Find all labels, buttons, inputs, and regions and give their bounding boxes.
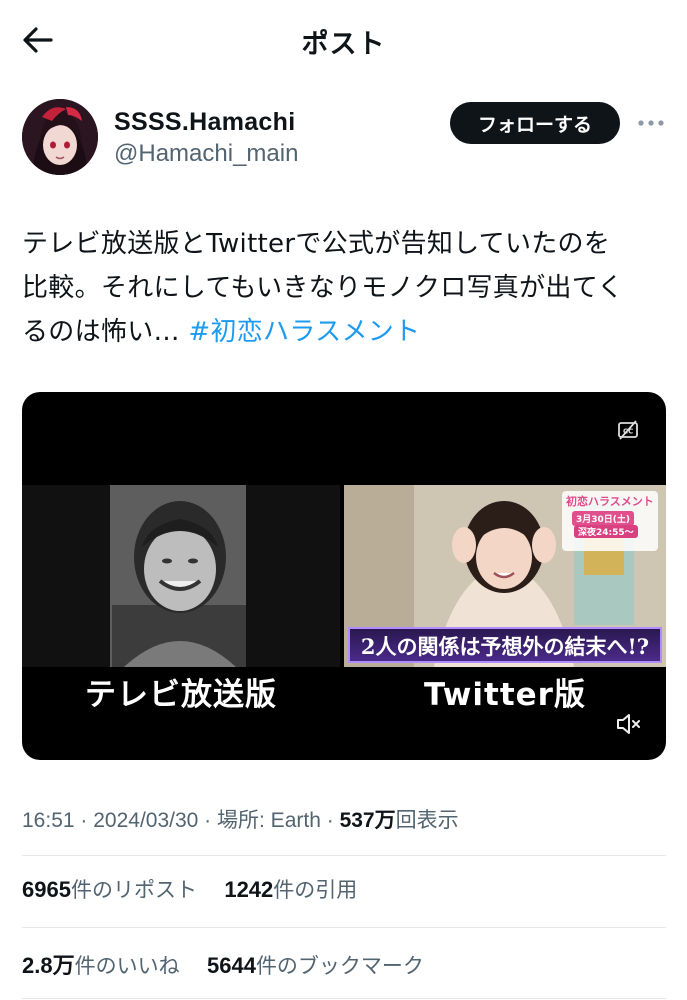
reposts-stat[interactable]: 6965件のリポスト xyxy=(22,877,197,902)
tweet-text: テレビ放送版とTwitterで公式が告知していたのを 比較。それにしてもいきなり… xyxy=(22,222,670,354)
engagement-row-1: 6965件のリポスト 1242件の引用 xyxy=(22,874,357,904)
avatar[interactable] xyxy=(22,99,98,175)
avatar-image xyxy=(22,99,98,175)
reposts-label: 件のリポスト xyxy=(70,878,197,902)
post-meta: 16:51 · 2024/03/30 · 場所: Earth · 537万回表示 xyxy=(22,804,459,834)
likes-count: 2.8 xyxy=(22,953,53,978)
bookmarks-label: 件のブックマーク xyxy=(255,954,424,978)
bookmarks-stat[interactable]: 5644件のブックマーク xyxy=(206,953,424,978)
page-title: ポスト xyxy=(301,29,386,60)
volume-muted-icon[interactable] xyxy=(614,710,642,738)
reposts-count: 6965 xyxy=(22,877,71,902)
promo-time: 深夜24:55〜 xyxy=(574,525,638,538)
quotes-count: 1242 xyxy=(224,877,274,902)
promo-title: 初恋ハラスメント xyxy=(566,495,654,508)
divider xyxy=(22,855,666,856)
separator: · xyxy=(198,809,218,832)
views-count: 537 xyxy=(339,809,375,832)
views-unit: 万 xyxy=(374,809,396,832)
tweet-text-line: 比較。それにしてもいきなりモノクロ写真が出てく xyxy=(22,273,624,303)
monochrome-photo xyxy=(22,485,340,667)
video-player[interactable]: CC 初恋ハラスメント 3月30日(土) 深夜24:55〜 2人の関係は予想外の… xyxy=(22,392,666,760)
more-options-button[interactable] xyxy=(634,108,668,138)
tweet-text-line: るのは怖い… #初恋ハラスメント xyxy=(22,310,670,354)
likes-label: 件のいいね xyxy=(74,954,180,978)
quotes-label: 件の引用 xyxy=(273,878,358,902)
display-name[interactable]: SSSS.Hamachi xyxy=(114,108,295,137)
bookmarks-count: 5644 xyxy=(206,953,256,978)
divider xyxy=(22,998,666,999)
post-date[interactable]: 2024/03/30 xyxy=(93,809,198,832)
post-time[interactable]: 16:51 xyxy=(22,809,75,832)
caption-twitter-version: Twitter版 xyxy=(424,677,586,713)
tweet-text-tail: るのは怖い… xyxy=(22,317,189,347)
post-location: 場所: Earth xyxy=(217,809,321,832)
likes-unit: 万 xyxy=(52,953,75,978)
likes-stat[interactable]: 2.8万件のいいね xyxy=(22,953,180,978)
closed-captions-off-icon[interactable]: CC xyxy=(616,418,640,442)
views-label: 回表示 xyxy=(395,809,459,832)
tv-version-frame xyxy=(22,485,340,667)
tweet-text-line: テレビ放送版とTwitterで公式が告知していたのを xyxy=(22,229,611,259)
user-handle[interactable]: @Hamachi_main xyxy=(114,140,298,168)
separator: · xyxy=(320,809,340,832)
promo-date: 3月30日(土) xyxy=(572,511,635,526)
engagement-row-2: 2.8万件のいいね 5644件のブックマーク xyxy=(22,948,424,980)
divider xyxy=(22,927,666,928)
tv-subtitle-banner: 2人の関係は予想外の結末へ!? xyxy=(348,627,662,663)
caption-tv-version: テレビ放送版 xyxy=(85,677,277,713)
quotes-stat[interactable]: 1242件の引用 xyxy=(224,877,358,902)
follow-button[interactable]: フォローする xyxy=(450,102,620,144)
more-horizontal-icon xyxy=(638,120,664,126)
hashtag-link[interactable]: #初恋ハラスメント xyxy=(188,317,420,347)
broadcast-promo: 初恋ハラスメント 3月30日(土) 深夜24:55〜 xyxy=(562,491,658,551)
top-bar: ポスト xyxy=(0,0,687,80)
separator: · xyxy=(74,809,94,832)
twitter-version-frame: 初恋ハラスメント 3月30日(土) 深夜24:55〜 2人の関係は予想外の結末へ… xyxy=(344,485,666,667)
